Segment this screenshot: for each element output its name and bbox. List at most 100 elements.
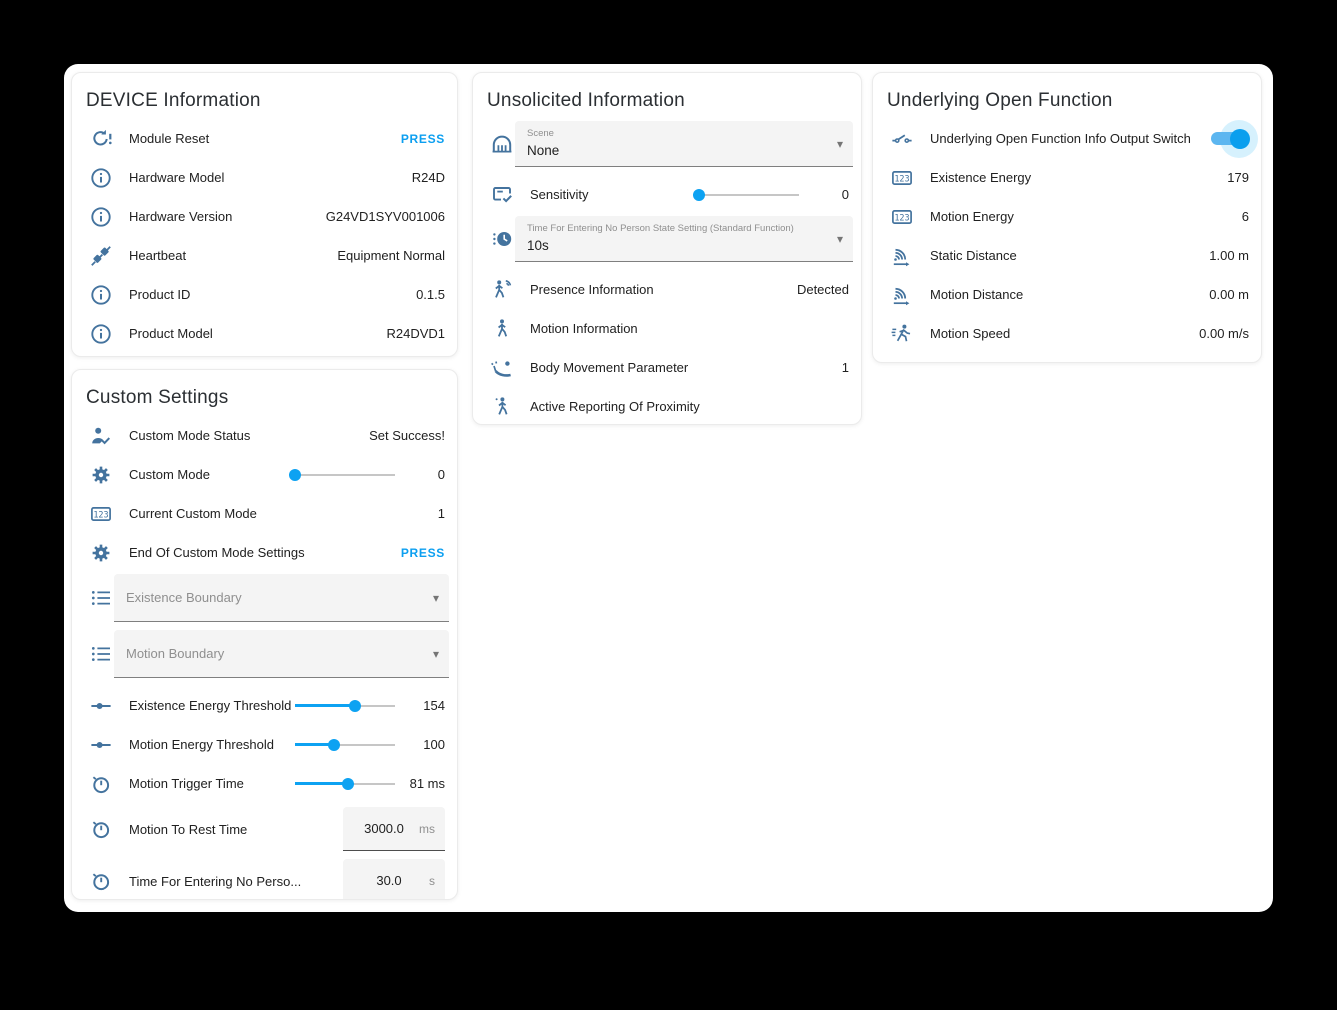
timer-icon xyxy=(89,772,113,796)
chevron-down-icon: ▾ xyxy=(837,233,843,245)
motion-trigger-time-slider[interactable] xyxy=(295,777,395,791)
info-icon xyxy=(89,205,113,229)
underlying-open-function-title: Underlying Open Function xyxy=(873,73,1261,119)
account-check-icon xyxy=(89,424,113,448)
motion-to-rest-time-field: ms xyxy=(343,807,445,851)
underlying-switch-row: Underlying Open Function Info Output Swi… xyxy=(873,119,1261,158)
gear-icon xyxy=(89,541,113,565)
hardware-model-value: R24D xyxy=(412,170,445,185)
slider-icon xyxy=(89,694,113,718)
time-no-person-state-row: Time For Entering No Person State Settin… xyxy=(473,216,861,262)
current-custom-mode-label: Current Custom Mode xyxy=(129,506,438,521)
device-information-title: DEVICE Information xyxy=(72,73,457,119)
motion-energy-threshold-slider[interactable] xyxy=(295,738,395,752)
motion-information-row: Motion Information xyxy=(473,309,861,348)
time-entering-no-person-input[interactable] xyxy=(353,872,425,889)
motion-trigger-time-value: 81 ms xyxy=(403,776,445,791)
presence-information-row: Presence Information Detected xyxy=(473,270,861,309)
motion-distance-label: Motion Distance xyxy=(930,287,1209,302)
motion-energy-threshold-value: 100 xyxy=(403,737,445,752)
gesture-icon xyxy=(490,356,514,380)
body-movement-parameter-row: Body Movement Parameter 1 xyxy=(473,348,861,387)
motion-distance-row: Motion Distance 0.00 m xyxy=(873,275,1261,314)
motion-trigger-time-row: Motion Trigger Time 81 ms xyxy=(72,764,457,803)
sensitivity-value: 0 xyxy=(807,187,849,202)
product-model-value: R24DVD1 xyxy=(386,326,445,341)
motion-speed-row: Motion Speed 0.00 m/s xyxy=(873,314,1261,353)
custom-mode-slider[interactable] xyxy=(295,468,395,482)
module-reset-press-button[interactable]: PRESS xyxy=(401,132,445,146)
chevron-down-icon: ▾ xyxy=(433,648,439,660)
static-distance-value: 1.00 m xyxy=(1209,248,1249,263)
motion-to-rest-time-input[interactable] xyxy=(353,820,415,837)
custom-mode-status-label: Custom Mode Status xyxy=(129,428,369,443)
scene-select[interactable]: Scene None ▾ xyxy=(515,121,853,167)
underlying-switch-label: Underlying Open Function Info Output Swi… xyxy=(930,131,1203,146)
unsolicited-information-card: Unsolicited Information Scene None ▾ Sen… xyxy=(472,72,862,425)
signal-distance-icon xyxy=(890,283,914,307)
motion-boundary-select[interactable]: Motion Boundary ▾ xyxy=(114,630,449,678)
active-reporting-proximity-row: Active Reporting Of Proximity xyxy=(473,387,861,425)
motion-to-rest-time-label: Motion To Rest Time xyxy=(129,822,343,837)
toggle-knob xyxy=(1230,129,1250,149)
walk-proximity-icon xyxy=(490,395,514,419)
custom-mode-label: Custom Mode xyxy=(129,467,295,482)
scene-row: Scene None ▾ xyxy=(473,121,861,167)
numeric-icon xyxy=(890,166,914,190)
walk-detect-icon xyxy=(490,278,514,302)
motion-distance-value: 0.00 m xyxy=(1209,287,1249,302)
module-reset-row: Module Reset PRESS xyxy=(72,119,457,158)
motion-energy-row: Motion Energy 6 xyxy=(873,197,1261,236)
underlying-output-toggle[interactable] xyxy=(1211,129,1247,149)
existence-energy-threshold-slider[interactable] xyxy=(295,699,395,713)
numeric-icon xyxy=(89,502,113,526)
presence-information-label: Presence Information xyxy=(530,282,797,297)
custom-mode-row: Custom Mode 0 xyxy=(72,455,457,494)
list-bulleted-icon xyxy=(89,642,113,666)
custom-mode-status-row: Custom Mode Status Set Success! xyxy=(72,416,457,455)
chevron-down-icon: ▾ xyxy=(433,592,439,604)
heartbeat-row: Heartbeat Equipment Normal xyxy=(72,236,457,275)
connection-plug-icon xyxy=(89,244,113,268)
time-no-person-state-value: 10s xyxy=(527,238,823,253)
hardware-version-value: G24VD1SYV001006 xyxy=(326,209,445,224)
time-no-person-state-select[interactable]: Time For Entering No Person State Settin… xyxy=(515,216,853,262)
hardware-model-row: Hardware Model R24D xyxy=(72,158,457,197)
numeric-icon xyxy=(890,205,914,229)
existence-energy-row: Existence Energy 179 xyxy=(873,158,1261,197)
motion-speed-value: 0.00 m/s xyxy=(1199,326,1249,341)
slider-icon xyxy=(89,733,113,757)
sensitivity-slider[interactable] xyxy=(699,188,799,202)
device-information-card: DEVICE Information Module Reset PRESS Ha… xyxy=(71,72,458,357)
gear-icon xyxy=(89,463,113,487)
heartbeat-label: Heartbeat xyxy=(129,248,337,263)
end-of-custom-mode-press-button[interactable]: PRESS xyxy=(401,546,445,560)
product-id-value: 0.1.5 xyxy=(416,287,445,302)
time-entering-no-person-field: s xyxy=(343,859,445,900)
motion-energy-label: Motion Energy xyxy=(930,209,1242,224)
time-entering-no-person-label: Time For Entering No Perso... xyxy=(129,874,343,889)
static-distance-row: Static Distance 1.00 m xyxy=(873,236,1261,275)
existence-boundary-select[interactable]: Existence Boundary ▾ xyxy=(114,574,449,622)
existence-energy-threshold-value: 154 xyxy=(403,698,445,713)
list-bulleted-icon xyxy=(89,586,113,610)
motion-energy-threshold-row: Motion Energy Threshold 100 xyxy=(72,725,457,764)
motion-boundary-placeholder: Motion Boundary xyxy=(126,646,224,661)
motion-speed-label: Motion Speed xyxy=(930,326,1199,341)
hardware-model-label: Hardware Model xyxy=(129,170,412,185)
walk-icon xyxy=(490,317,514,341)
underlying-open-function-card: Underlying Open Function Underlying Open… xyxy=(872,72,1262,363)
info-icon xyxy=(89,166,113,190)
existence-energy-threshold-label: Existence Energy Threshold xyxy=(129,698,295,713)
scene-select-value: None xyxy=(527,143,823,158)
presence-information-value: Detected xyxy=(797,282,849,297)
motion-energy-threshold-label: Motion Energy Threshold xyxy=(129,737,295,752)
time-no-person-state-label: Time For Entering No Person State Settin… xyxy=(527,223,823,234)
body-movement-parameter-value: 1 xyxy=(842,360,849,375)
body-movement-parameter-label: Body Movement Parameter xyxy=(530,360,842,375)
active-reporting-proximity-label: Active Reporting Of Proximity xyxy=(530,399,849,414)
existence-boundary-row: Existence Boundary ▾ xyxy=(72,574,457,622)
end-of-custom-mode-label: End Of Custom Mode Settings xyxy=(129,545,401,560)
heartbeat-value: Equipment Normal xyxy=(337,248,445,263)
electric-switch-icon xyxy=(890,127,914,151)
